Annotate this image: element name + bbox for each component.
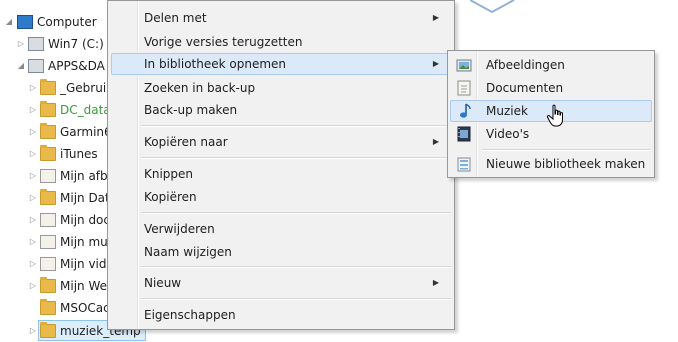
- tree-item-label: Computer: [37, 15, 97, 29]
- submenu-arrow-icon: ▶: [432, 59, 439, 68]
- folder-icon: [40, 79, 56, 95]
- tree-item-label: Mijn doc: [60, 213, 110, 227]
- menu-item-knippen[interactable]: Knippen: [111, 163, 451, 185]
- tree-item-label: Mijn Dat: [60, 191, 110, 205]
- tree-item-label: Win7 (C:): [48, 37, 104, 51]
- submenu-item-label: Afbeeldingen: [486, 58, 565, 72]
- collapsed-arrow-icon[interactable]: ▷: [28, 209, 38, 231]
- folder-icon: [40, 123, 56, 139]
- library-folder-icon: [40, 235, 56, 249]
- menu-item-label: Vorige versies terugzetten: [144, 35, 303, 49]
- hand-pointer-cursor-icon: [546, 104, 563, 127]
- submenu-item-label: Nieuwe bibliotheek maken: [486, 157, 646, 171]
- submenu-item-documenten[interactable]: Documenten: [450, 77, 652, 99]
- collapsed-arrow-icon[interactable]: ▷: [28, 253, 38, 275]
- context-menu: Delen met ▶ Vorige versies terugzetten I…: [107, 0, 455, 330]
- menu-item-label: Kopiëren naar: [144, 135, 228, 149]
- menu-item-kopieren[interactable]: Kopiëren: [111, 186, 451, 208]
- submenu-item-label: Muziek: [486, 104, 528, 118]
- tree-item-label: Mijn mu: [60, 235, 108, 249]
- menu-item-eigenschappen[interactable]: Eigenschappen: [111, 304, 451, 326]
- menu-item-label: Delen met: [144, 11, 207, 25]
- menu-separator: [141, 157, 451, 159]
- tree-item-label: DC_data: [60, 103, 111, 117]
- tree-item-label: APPS&DA: [48, 59, 105, 73]
- library-folder-icon: [40, 169, 56, 183]
- collapsed-arrow-icon[interactable]: ▷: [28, 165, 38, 187]
- video-library-icon: [457, 126, 471, 142]
- menu-item-label: Zoeken in back-up: [144, 81, 256, 95]
- submenu-item-label: Documenten: [486, 81, 564, 95]
- library-folder-icon: [40, 257, 56, 271]
- tree-item-label: Garmin6: [60, 125, 112, 139]
- submenu-arrow-icon: ▶: [432, 278, 439, 287]
- menu-item-in-bibliotheek-opnemen[interactable]: In bibliotheek opnemen ▶: [111, 53, 451, 75]
- folder-icon: [40, 101, 56, 117]
- folder-icon: [40, 322, 56, 338]
- submenu-item-nieuwe-bibliotheek[interactable]: Nieuwe bibliotheek maken: [450, 153, 652, 175]
- menu-separator: [141, 125, 451, 127]
- menu-item-vorige-versies[interactable]: Vorige versies terugzetten: [111, 31, 451, 53]
- collapsed-arrow-icon[interactable]: ▷: [28, 99, 38, 121]
- expanded-arrow-icon[interactable]: ◢: [4, 11, 14, 33]
- menu-item-back-up-maken[interactable]: Back-up maken: [111, 99, 451, 121]
- drive-icon: [28, 37, 44, 51]
- tree-item-label: MSOCac: [60, 301, 110, 315]
- collapsed-arrow-icon[interactable]: ▷: [28, 121, 38, 143]
- collapsed-arrow-icon[interactable]: ▷: [28, 143, 38, 165]
- menu-item-label: Knippen: [144, 167, 194, 181]
- drive-icon: [28, 59, 44, 73]
- computer-icon: [17, 15, 33, 29]
- collapsed-arrow-icon[interactable]: ▷: [28, 231, 38, 253]
- menu-item-zoeken-in-back-up[interactable]: Zoeken in back-up: [111, 77, 451, 99]
- music-library-icon: [460, 103, 471, 118]
- submenu-separator: [482, 149, 650, 151]
- tree-item-label: Mijn vid: [60, 257, 107, 271]
- new-library-icon: [457, 157, 471, 172]
- tree-item-label: _Gebruik: [60, 81, 114, 95]
- tree-item-label: Mijn afb: [60, 169, 108, 183]
- menu-item-label: Nieuw: [144, 276, 182, 290]
- submenu-arrow-icon: ▶: [432, 137, 439, 146]
- expanded-arrow-icon[interactable]: ◢: [16, 55, 26, 77]
- folder-icon: [40, 299, 56, 315]
- collapsed-arrow-icon[interactable]: ▷: [16, 33, 26, 55]
- menu-item-naam-wijzigen[interactable]: Naam wijzigen: [111, 241, 451, 263]
- collapsed-arrow-icon[interactable]: ▷: [28, 275, 38, 297]
- menu-separator: [141, 212, 451, 214]
- collapsed-arrow-icon[interactable]: ▷: [28, 187, 38, 209]
- submenu-item-label: Video's: [486, 127, 530, 141]
- menu-separator: [141, 298, 451, 300]
- collapsed-arrow-icon[interactable]: ▷: [28, 320, 38, 342]
- menu-item-verwijderen[interactable]: Verwijderen: [111, 218, 451, 240]
- menu-item-kopieren-naar[interactable]: Kopiëren naar ▶: [111, 131, 451, 153]
- menu-separator: [141, 266, 451, 268]
- menu-item-label: Naam wijzigen: [144, 245, 232, 259]
- folder-icon: [40, 277, 56, 293]
- menu-item-label: Eigenschappen: [144, 308, 236, 322]
- folder-icon: [40, 145, 56, 161]
- tree-item-label: iTunes: [60, 147, 98, 161]
- submenu-arrow-icon: ▶: [432, 13, 439, 22]
- folder-icon: [40, 189, 56, 205]
- submenu-item-afbeeldingen[interactable]: Afbeeldingen: [450, 54, 652, 76]
- decorative-shape: [470, 0, 515, 14]
- menu-item-label: Back-up maken: [144, 103, 238, 117]
- collapsed-arrow-icon[interactable]: ▷: [28, 77, 38, 99]
- pictures-library-icon: [456, 59, 472, 72]
- tree-item-label: Mijn We: [60, 279, 107, 293]
- menu-item-delen-met[interactable]: Delen met ▶: [111, 7, 451, 29]
- library-folder-icon: [40, 213, 56, 227]
- menu-item-nieuw[interactable]: Nieuw ▶: [111, 272, 451, 294]
- menu-item-label: In bibliotheek opnemen: [144, 57, 287, 71]
- menu-item-label: Verwijderen: [144, 222, 215, 236]
- documents-library-icon: [457, 80, 471, 96]
- menu-item-label: Kopiëren: [144, 190, 197, 204]
